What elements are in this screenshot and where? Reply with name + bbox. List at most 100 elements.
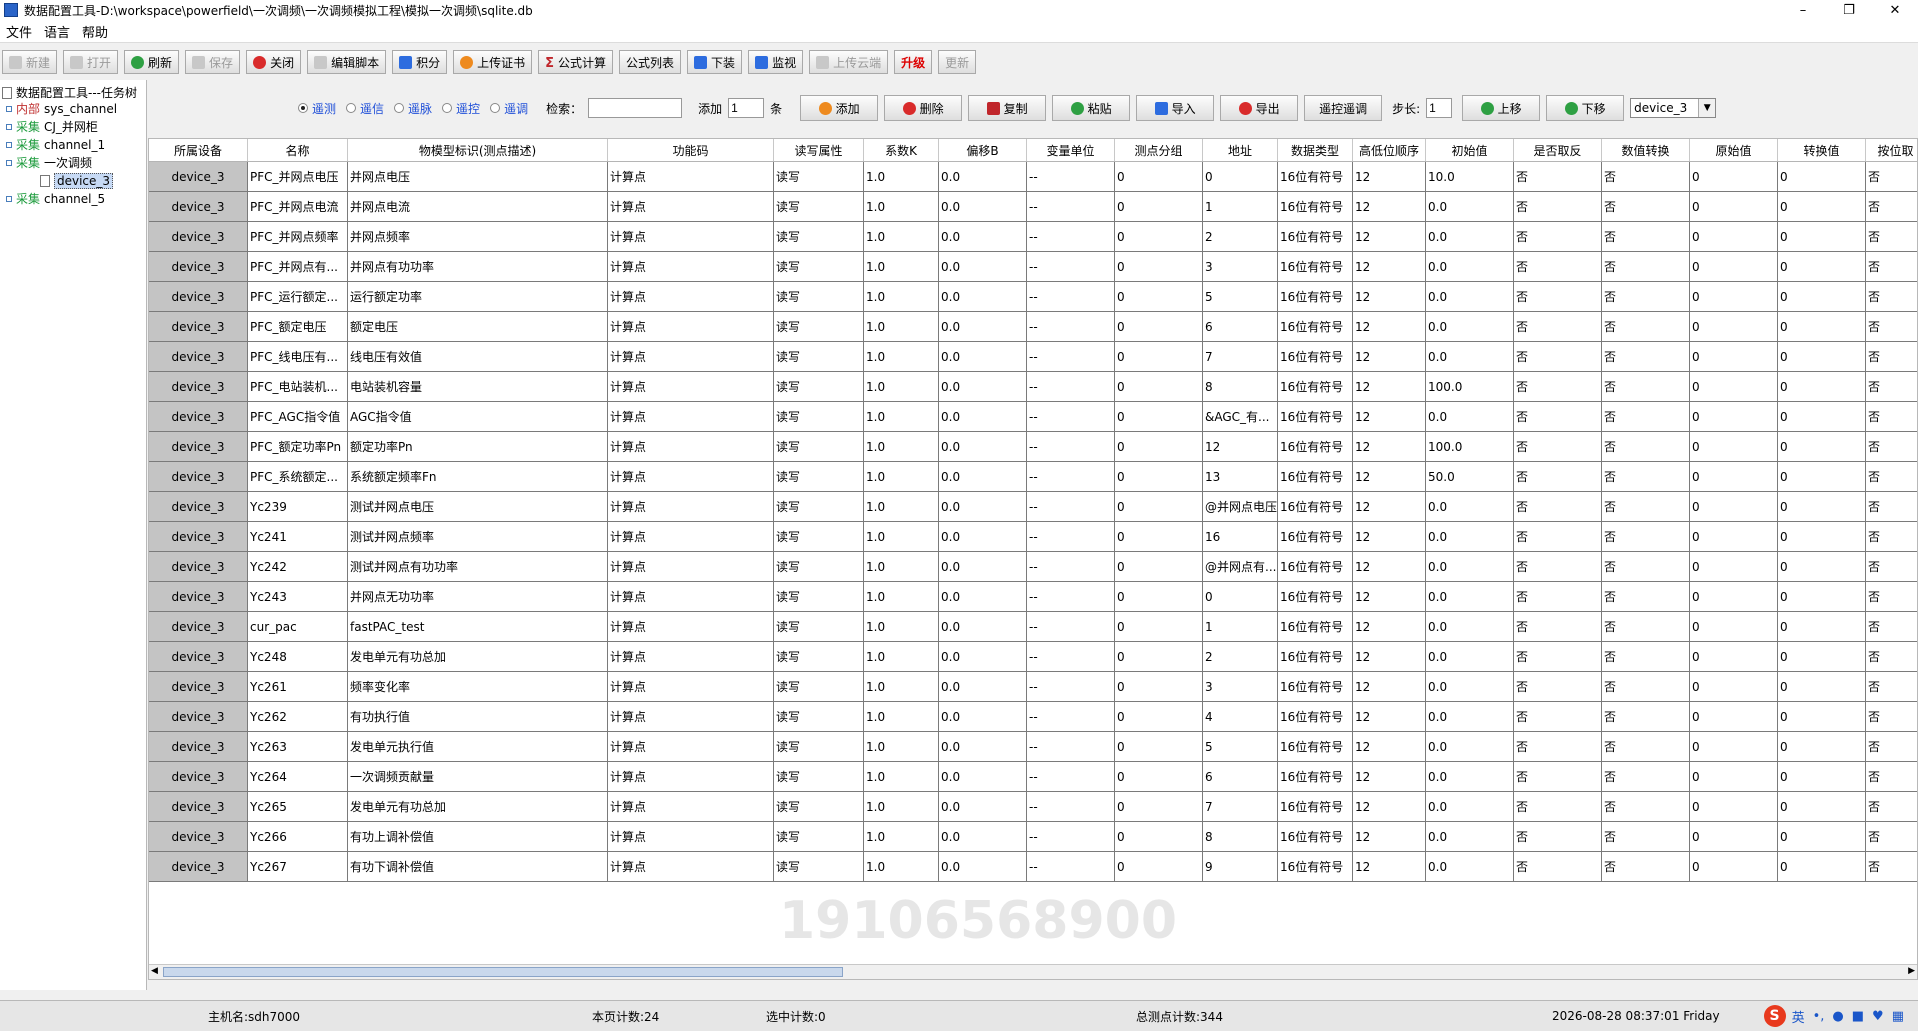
menu-help[interactable]: 帮助 xyxy=(76,22,114,41)
table-cell[interactable]: 16位有符号 xyxy=(1278,822,1353,851)
column-header[interactable]: 读写属性 xyxy=(774,139,864,161)
table-cell[interactable]: device_3 xyxy=(149,372,248,401)
table-cell[interactable]: 0 xyxy=(1115,822,1203,851)
table-cell[interactable]: 计算点 xyxy=(608,462,774,491)
table-cell[interactable]: -- xyxy=(1027,582,1115,611)
column-header[interactable]: 系数K xyxy=(864,139,939,161)
table-cell[interactable]: PFC_电站装机... xyxy=(248,372,348,401)
table-cell[interactable]: 否 xyxy=(1866,462,1917,491)
table-cell[interactable]: 16位有符号 xyxy=(1278,432,1353,461)
table-row[interactable]: device_3 Yc261 频率变化率 计算点 读写 1.0 0.0 -- 0 3 16位有符号 1… xyxy=(149,672,1917,702)
table-cell[interactable]: 0.0 xyxy=(939,192,1027,221)
table-cell[interactable]: 否 xyxy=(1602,732,1690,761)
table-cell[interactable]: &AGC_有... xyxy=(1203,402,1278,431)
table-cell[interactable]: 计算点 xyxy=(608,762,774,791)
table-cell[interactable]: 否 xyxy=(1866,702,1917,731)
table-cell[interactable]: Yc264 xyxy=(248,762,348,791)
table-cell[interactable]: 0.0 xyxy=(939,282,1027,311)
table-cell[interactable]: 0.0 xyxy=(939,762,1027,791)
column-header[interactable]: 物模型标识(测点描述) xyxy=(348,139,608,161)
table-cell[interactable]: 0 xyxy=(1115,702,1203,731)
table-cell[interactable]: 0.0 xyxy=(939,222,1027,251)
radio-option-0[interactable]: 遥测 xyxy=(298,100,336,117)
table-cell[interactable]: 0.0 xyxy=(939,402,1027,431)
table-cell[interactable]: device_3 xyxy=(149,402,248,431)
table-cell[interactable]: 12 xyxy=(1353,642,1426,671)
table-cell[interactable]: 0 xyxy=(1690,702,1778,731)
table-cell[interactable]: 0.0 xyxy=(939,822,1027,851)
table-cell[interactable]: 0 xyxy=(1690,162,1778,191)
table-cell[interactable]: 1.0 xyxy=(864,222,939,251)
table-row[interactable]: device_3 PFC_额定功率Pn 额定功率Pn 计算点 读写 1.0 0.0 -- 0 12… xyxy=(149,432,1917,462)
toolbar-button-10[interactable]: 下装 xyxy=(687,50,743,74)
toolbar-button-11[interactable]: 监视 xyxy=(748,50,804,74)
table-cell[interactable]: 0 xyxy=(1778,762,1866,791)
table-cell[interactable]: PFC_线电压有... xyxy=(248,342,348,371)
toolbar-button-1[interactable]: 打开 xyxy=(63,50,119,74)
table-cell[interactable]: PFC_并网点电流 xyxy=(248,192,348,221)
table-cell[interactable]: -- xyxy=(1027,702,1115,731)
move-down-button[interactable]: 下移 xyxy=(1546,95,1625,121)
table-cell[interactable]: 0.0 xyxy=(939,492,1027,521)
filter-button-2[interactable]: 复制 xyxy=(968,95,1047,121)
table-cell[interactable]: device_3 xyxy=(149,282,248,311)
table-cell[interactable]: 否 xyxy=(1514,732,1602,761)
table-row[interactable]: device_3 Yc243 并网点无功功率 计算点 读写 1.0 0.0 -- 0 0 16位有符… xyxy=(149,582,1917,612)
horizontal-scrollbar[interactable]: ◀ ▶ xyxy=(149,964,1917,979)
radio-dot-icon[interactable] xyxy=(442,103,453,113)
table-cell[interactable]: 0.0 xyxy=(1426,822,1514,851)
table-cell[interactable]: 0.0 xyxy=(1426,312,1514,341)
table-cell[interactable]: PFC_并网点频率 xyxy=(248,222,348,251)
tree-node-2[interactable]: 采集 channel_1 xyxy=(6,136,105,153)
table-cell[interactable]: 系统额定频率Fn xyxy=(348,462,608,491)
table-cell[interactable]: device_3 xyxy=(149,762,248,791)
table-row[interactable]: device_3 Yc241 测试并网点频率 计算点 读写 1.0 0.0 -- 0 16 16位有… xyxy=(149,522,1917,552)
table-cell[interactable]: 0 xyxy=(1115,402,1203,431)
radio-option-4[interactable]: 遥调 xyxy=(490,100,528,117)
table-cell[interactable]: 1.0 xyxy=(864,792,939,821)
table-cell[interactable]: 16位有符号 xyxy=(1278,732,1353,761)
table-cell[interactable]: 12 xyxy=(1353,252,1426,281)
table-cell[interactable]: 0 xyxy=(1690,522,1778,551)
table-cell[interactable]: 0 xyxy=(1115,432,1203,461)
table-cell[interactable]: 0 xyxy=(1690,192,1778,221)
table-cell[interactable]: 读写 xyxy=(774,282,864,311)
table-cell[interactable]: 0 xyxy=(1690,282,1778,311)
table-cell[interactable]: -- xyxy=(1027,732,1115,761)
table-cell[interactable]: 0.0 xyxy=(939,552,1027,581)
table-cell[interactable]: 0 xyxy=(1115,852,1203,881)
table-cell[interactable]: 否 xyxy=(1602,612,1690,641)
table-cell[interactable]: 额定电压 xyxy=(348,312,608,341)
table-cell[interactable]: 0 xyxy=(1690,312,1778,341)
table-cell[interactable]: 0 xyxy=(1778,822,1866,851)
table-cell[interactable]: 计算点 xyxy=(608,732,774,761)
table-cell[interactable]: 6 xyxy=(1203,762,1278,791)
table-cell[interactable]: 读写 xyxy=(774,372,864,401)
table-cell[interactable]: 16位有符号 xyxy=(1278,192,1353,221)
table-cell[interactable]: 0 xyxy=(1778,222,1866,251)
table-cell[interactable]: 否 xyxy=(1602,192,1690,221)
ime-language[interactable]: 英 xyxy=(1792,1007,1805,1026)
table-row[interactable]: device_3 PFC_并网点电压 并网点电压 计算点 读写 1.0 0.0 -- 0 0 16位… xyxy=(149,162,1917,192)
table-cell[interactable]: Yc263 xyxy=(248,732,348,761)
table-cell[interactable]: 12 xyxy=(1353,732,1426,761)
table-cell[interactable]: device_3 xyxy=(149,582,248,611)
toolbar-button-7[interactable]: 上传证书 xyxy=(453,50,533,74)
table-cell[interactable]: 0 xyxy=(1778,702,1866,731)
filter-button-4[interactable]: 导入 xyxy=(1136,95,1215,121)
table-cell[interactable]: device_3 xyxy=(149,702,248,731)
table-cell[interactable]: AGC指令值 xyxy=(348,402,608,431)
table-cell[interactable]: 否 xyxy=(1514,852,1602,881)
table-cell[interactable]: 否 xyxy=(1514,582,1602,611)
table-cell[interactable]: 否 xyxy=(1602,222,1690,251)
table-cell[interactable]: 否 xyxy=(1602,282,1690,311)
ime-logo-icon[interactable]: S xyxy=(1763,1005,1786,1027)
table-cell[interactable]: 否 xyxy=(1866,582,1917,611)
table-cell[interactable]: 16位有符号 xyxy=(1278,762,1353,791)
table-cell[interactable]: 0 xyxy=(1778,492,1866,521)
table-cell[interactable]: 0 xyxy=(1778,282,1866,311)
table-cell[interactable]: Yc262 xyxy=(248,702,348,731)
table-cell[interactable]: 否 xyxy=(1514,522,1602,551)
table-cell[interactable]: 读写 xyxy=(774,792,864,821)
table-cell[interactable]: 否 xyxy=(1514,492,1602,521)
